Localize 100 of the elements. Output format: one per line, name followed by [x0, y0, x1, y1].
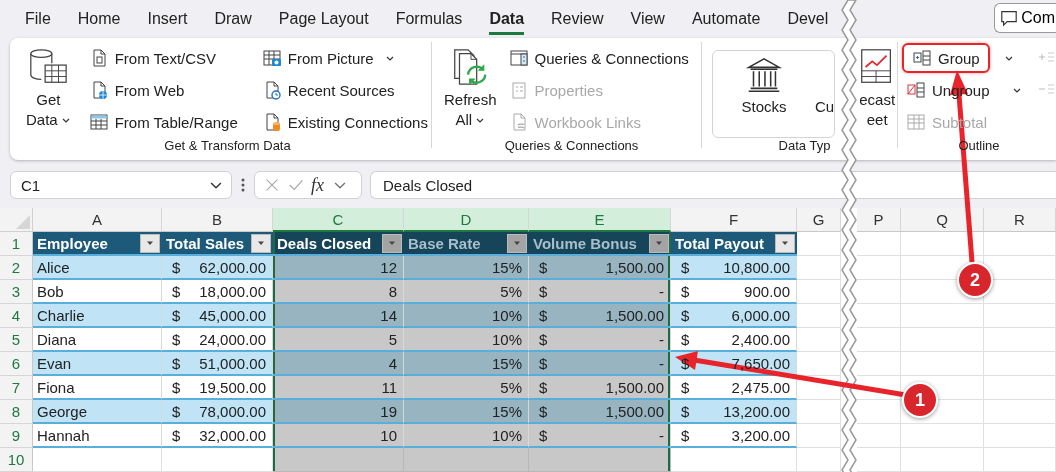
ungroup-icon: [906, 80, 926, 100]
table-cell: 10: [273, 424, 404, 448]
empty-cell: [857, 304, 901, 328]
camera-table-icon: [261, 48, 282, 68]
empty-cell: [984, 304, 1056, 328]
ribbon-tab[interactable]: Data: [489, 4, 525, 35]
ribbon-button[interactable]: Existing Connections: [257, 108, 436, 136]
empty-cell: [984, 400, 1056, 424]
row-header[interactable]: 3: [0, 280, 33, 304]
empty-cell: [857, 232, 901, 256]
ribbon-button[interactable]: Queries & Connections: [504, 44, 697, 72]
ribbon-tab[interactable]: Page Layout: [278, 4, 369, 35]
table-cell: $ 24,000.00: [162, 328, 273, 352]
filter-button[interactable]: [507, 233, 527, 253]
empty-cell: [857, 280, 901, 304]
row-header[interactable]: 10: [0, 448, 33, 472]
comments-button[interactable]: Com: [994, 3, 1056, 33]
table-cell: $ 1,500.00: [529, 256, 671, 280]
empty-cell: [857, 352, 901, 376]
table-cell: 12: [273, 256, 404, 280]
table-cell: 15%: [404, 256, 529, 280]
column-header[interactable]: C: [273, 208, 404, 232]
filter-button[interactable]: [251, 233, 271, 253]
ribbon-button[interactable]: From Table/Range: [84, 108, 246, 136]
ribbon-button[interactable]: Group: [902, 43, 990, 73]
empty-cell: [984, 424, 1056, 448]
data-type-option[interactable]: Stocks: [741, 98, 787, 115]
column-header[interactable]: R: [984, 208, 1056, 232]
table-cell: Hannah: [33, 424, 162, 448]
filter-button[interactable]: [649, 233, 669, 253]
column-header[interactable]: D: [404, 208, 529, 232]
row-header[interactable]: 8: [0, 400, 33, 424]
table-cell: 14: [273, 304, 404, 328]
header-label: Employee: [37, 234, 108, 252]
table-cell: 8: [273, 280, 404, 304]
row-header[interactable]: 7: [0, 376, 33, 400]
ribbon-tab[interactable]: View: [630, 4, 665, 35]
column-header[interactable]: P: [857, 208, 901, 232]
table-cell: Bob: [33, 280, 162, 304]
subtotal-icon: [906, 112, 926, 132]
column-header[interactable]: A: [33, 208, 162, 232]
table-cell: $ 1,500.00: [529, 400, 671, 424]
name-box[interactable]: C1: [10, 171, 232, 199]
ribbon-tab[interactable]: Insert: [147, 4, 188, 35]
ribbon-tab[interactable]: Home: [77, 4, 121, 35]
empty-cell: [857, 424, 901, 448]
row-header[interactable]: 6: [0, 352, 33, 376]
ribbon-button[interactable]: Recent Sources: [257, 76, 403, 104]
column-header[interactable]: B: [162, 208, 273, 232]
ribbon-button[interactable]: Refresh All: [442, 42, 499, 138]
table-cell: $ 13,200.00: [671, 400, 797, 424]
insert-function-button[interactable]: fx: [311, 174, 324, 196]
data-type-option[interactable]: Cu: [815, 98, 835, 115]
row-header[interactable]: 2: [0, 256, 33, 280]
row-header[interactable]: 9: [0, 424, 33, 448]
table-cell: $ 32,000.00: [162, 424, 273, 448]
ribbon-tab[interactable]: Automate: [691, 4, 761, 35]
filter-button[interactable]: [775, 233, 795, 253]
table-cell: 11: [273, 376, 404, 400]
table-cell: $ -: [529, 328, 671, 352]
ribbon-button[interactable]: From Text/CSV: [84, 44, 225, 72]
table-cell: 5%: [404, 376, 529, 400]
column-header[interactable]: E: [529, 208, 671, 232]
table-cell: Diana: [33, 328, 162, 352]
ribbon-button[interactable]: From Picture: [257, 44, 382, 72]
empty-cell: [984, 352, 1056, 376]
group-label: Data Typ: [777, 138, 832, 154]
ribbon-tab[interactable]: File: [25, 4, 51, 35]
ribbon-tab[interactable]: Devel: [787, 4, 829, 35]
table-cell: $ -: [529, 352, 671, 376]
panel-icon: [508, 48, 529, 68]
table-cell: Charlie: [33, 304, 162, 328]
table-cell: $ 1,500.00: [529, 304, 671, 328]
forecast-sheet-button[interactable]: ecast eet: [854, 42, 901, 138]
column-header[interactable]: F: [671, 208, 797, 232]
formula-field[interactable]: Deals Closed: [370, 171, 1056, 199]
empty-cell: [984, 376, 1056, 400]
table-cell: $ -: [529, 280, 671, 304]
table-cell: 5%: [404, 280, 529, 304]
table-cell: Fiona: [33, 376, 162, 400]
table-cell: 4: [273, 352, 404, 376]
table-cell: George: [33, 400, 162, 424]
empty-cell: [857, 376, 901, 400]
row-header[interactable]: 1: [0, 232, 33, 256]
column-header[interactable]: Q: [901, 208, 984, 232]
filter-button[interactable]: [140, 233, 160, 253]
row-header[interactable]: 5: [0, 328, 33, 352]
ribbon-button[interactable]: Get Data: [24, 42, 73, 138]
header-label: Deals Closed: [277, 234, 372, 252]
ribbon-button[interactable]: From Web: [84, 76, 193, 104]
speech-bubble-icon: [1000, 9, 1019, 27]
table-cell: $ 1,500.00: [529, 376, 671, 400]
row-header[interactable]: 4: [0, 304, 33, 328]
table-cell: $ 62,000.00: [162, 256, 273, 280]
filter-button[interactable]: [382, 233, 402, 253]
ribbon-tab[interactable]: Formulas: [395, 4, 463, 35]
ribbon-tab[interactable]: Draw: [214, 4, 252, 35]
table-cell: 10%: [404, 304, 529, 328]
ribbon-tab[interactable]: Review: [551, 4, 604, 35]
column-header[interactable]: G: [797, 208, 841, 232]
